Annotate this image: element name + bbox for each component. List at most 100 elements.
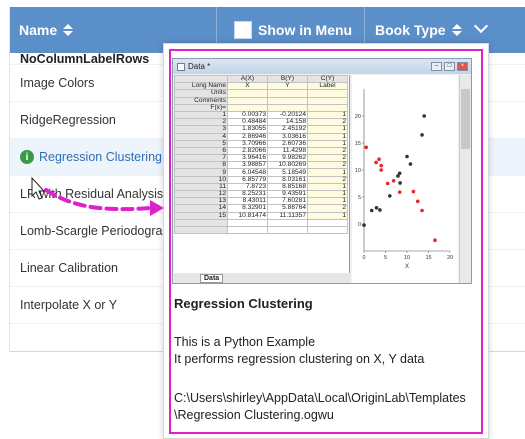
data-point	[379, 168, 383, 172]
row-header: 15	[174, 211, 228, 220]
meta-row-header: F(x)=	[174, 103, 228, 112]
table-cell: 5.88764	[267, 204, 308, 213]
list-item-label: Interpolate X or Y	[20, 298, 118, 312]
row-header: 2	[174, 118, 228, 127]
table-cell: 2	[307, 161, 348, 170]
data-point	[408, 162, 413, 166]
data-point	[420, 208, 424, 213]
y-tick-label: 0	[358, 222, 361, 228]
list-item-label: RidgeRegression	[20, 113, 116, 127]
info-icon[interactable]: i	[20, 150, 34, 164]
x-tick-label: 15	[425, 255, 431, 261]
preview-window: Data * – □ × A(X) B(Y) C(Y) Long Name X Y Labe…	[172, 58, 472, 284]
meta-cell	[227, 89, 268, 98]
sheet-tab: Data	[200, 273, 224, 283]
data-point	[415, 199, 420, 204]
table-cell: 3.98857	[227, 161, 268, 170]
meta-row: Long Name X Y Label	[174, 82, 348, 91]
row-header: 3	[174, 125, 228, 134]
row-header	[174, 225, 228, 235]
table-cell: 8.32901	[227, 204, 268, 213]
row-header: 6	[174, 146, 228, 156]
empty-row	[174, 218, 348, 227]
table-cell: 2	[307, 204, 348, 213]
data-point	[398, 181, 402, 185]
plot-background	[352, 75, 458, 283]
y-tick-label: 20	[355, 114, 361, 120]
column-header-book-type-label: Book Type	[375, 22, 446, 38]
tooltip-file-path: C:\Users\shirley\AppData\Local\OriginLab…	[174, 391, 466, 422]
row-header: 14	[174, 204, 228, 213]
data-point	[420, 133, 424, 137]
row-header	[174, 218, 228, 227]
y-tick-label: 10	[355, 168, 361, 174]
list-item-label: LR with Residual Analysis	[20, 187, 164, 201]
meta-cell	[307, 89, 348, 98]
data-point	[405, 154, 409, 159]
data-point	[397, 190, 402, 194]
data-point	[379, 163, 383, 168]
select-all-checkbox[interactable]	[234, 21, 252, 39]
tooltip-title: Regression Clustering	[174, 296, 313, 311]
meta-cell	[267, 96, 308, 105]
x-tick-label: 5	[384, 255, 387, 261]
row-header: 8	[174, 161, 228, 170]
row-header: 7	[174, 154, 228, 163]
data-point	[364, 145, 368, 150]
y-tick-label: 5	[358, 195, 361, 201]
row-header: 1	[174, 110, 228, 120]
x-tick-label: 0	[362, 255, 365, 261]
data-point	[388, 194, 392, 198]
empty-row	[174, 225, 348, 235]
data-point	[411, 189, 416, 194]
close-icon: ×	[457, 62, 468, 71]
data-point	[378, 208, 382, 212]
table-cell	[307, 225, 348, 235]
table-cell	[227, 225, 268, 235]
list-item-label: Linear Calibration	[20, 261, 118, 275]
meta-cell	[267, 89, 308, 98]
list-item-label: Lomb-Scargle Periodogram	[20, 224, 173, 238]
data-point	[422, 114, 426, 118]
worksheet: A(X) B(Y) C(Y) Long Name X Y Label Units Comment…	[174, 75, 350, 273]
data-point	[385, 181, 390, 186]
preview-window-titlebar: Data * – □ ×	[173, 59, 471, 74]
sort-icon[interactable]	[63, 23, 74, 37]
template-preview-tooltip: Data * – □ × A(X) B(Y) C(Y) Long Name X Y Labe…	[163, 43, 489, 439]
meta-cell: Label	[307, 82, 348, 91]
meta-row-header: Units	[174, 89, 228, 98]
meta-cell	[227, 96, 268, 105]
meta-cell: Y	[267, 82, 308, 91]
data-point	[391, 179, 396, 183]
table-row: 15 10.81474 11.11357 1	[174, 211, 348, 220]
chevron-down-icon[interactable]	[473, 18, 488, 34]
sort-icon[interactable]	[451, 23, 462, 37]
table-row: 3 1.83055 2.45192 1	[174, 125, 348, 134]
data-point	[377, 157, 381, 161]
data-point	[433, 238, 437, 242]
data-point	[374, 206, 379, 210]
list-item-label: Image Colors	[20, 76, 95, 90]
meta-row: Units	[174, 89, 348, 98]
row-header: 4	[174, 132, 228, 141]
table-row: 8 3.98857 10.80269 2	[174, 161, 348, 170]
column-header-show-in-menu-label: Show in Menu	[258, 22, 353, 38]
table-cell: 1	[307, 211, 348, 220]
meta-row: Comments	[174, 96, 348, 105]
table-cell: 11.11357	[267, 211, 308, 220]
sheet-tabs: Data	[174, 273, 350, 283]
y-tick-label: 15	[355, 141, 361, 147]
tooltip-description-line: This is a Python Example	[174, 335, 316, 349]
list-item-label: Regression Clustering	[39, 150, 162, 164]
worksheet-grid: A(X) B(Y) C(Y) Long Name X Y Label Units Comment…	[174, 75, 348, 235]
minimize-icon: –	[431, 62, 442, 71]
data-point	[362, 223, 366, 227]
table-cell: 2.45192	[267, 125, 308, 134]
data-point	[369, 208, 374, 213]
table-cell: 1	[307, 125, 348, 134]
tooltip-description-line: It performs regression clustering on X, …	[174, 352, 425, 366]
preview-window-title: Data *	[188, 62, 211, 71]
table-cell	[307, 218, 348, 227]
x-axis-label: X	[405, 264, 409, 270]
vertical-scrollbar	[459, 75, 471, 283]
